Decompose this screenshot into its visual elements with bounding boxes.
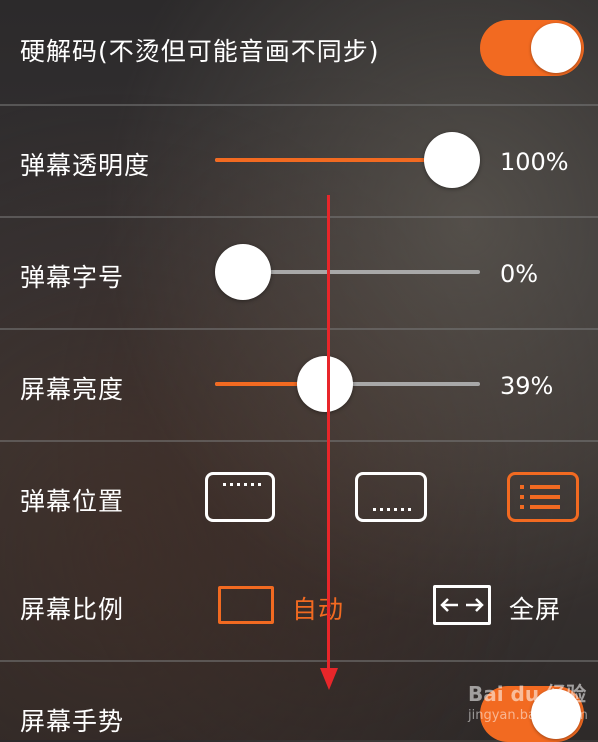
slider-thumb[interactable] (296, 356, 353, 412)
full-ratio-icon (433, 585, 491, 625)
full-screen-lines-icon (520, 485, 560, 509)
screen-ratio-auto-label: 自动 (292, 595, 345, 624)
slider-thumb[interactable] (424, 132, 480, 188)
screen-gesture-label: 屏幕手势 (20, 707, 125, 736)
screen-brightness-value: 39% (500, 372, 554, 400)
setting-row-danmaku-position: 弹幕位置 (0, 442, 598, 550)
danmaku-position-full-button[interactable] (507, 472, 579, 522)
hardware-decode-label: 硬解码(不烫但可能音画不同步) (20, 37, 380, 66)
danmaku-font-size-label: 弹幕字号 (20, 263, 125, 292)
annotation-arrow-line (327, 195, 330, 675)
screen-ratio-full-label: 全屏 (509, 595, 562, 624)
danmaku-font-size-value: 0% (500, 260, 539, 288)
hardware-decode-toggle[interactable] (480, 20, 584, 76)
auto-ratio-icon (218, 586, 274, 624)
setting-row-danmaku-font-size: 弹幕字号 0% (0, 218, 598, 328)
danmaku-position-bottom-button[interactable] (355, 472, 427, 522)
watermark-logo: Bai du 经验 (468, 682, 587, 706)
setting-row-screen-ratio: 屏幕比例 自动 全屏 (0, 550, 598, 660)
slider-fill (215, 158, 452, 162)
watermark-url: jingyan.baidu.com (468, 708, 588, 723)
annotation-arrow-head-icon (320, 668, 338, 690)
danmaku-opacity-slider[interactable] (215, 132, 480, 188)
slider-thumb[interactable] (215, 244, 271, 300)
danmaku-position-top-button[interactable] (205, 472, 275, 522)
screen-ratio-label: 屏幕比例 (20, 595, 125, 624)
setting-row-screen-brightness: 屏幕亮度 39% (0, 330, 598, 440)
danmaku-opacity-value: 100% (500, 148, 569, 176)
setting-row-danmaku-opacity: 弹幕透明度 100% (0, 106, 598, 216)
screen-ratio-auto-option[interactable]: 自动 (218, 580, 358, 630)
screen-ratio-full-option[interactable]: 全屏 (433, 580, 583, 630)
top-dots-icon (220, 483, 261, 486)
bottom-dots-icon (370, 508, 412, 511)
danmaku-opacity-label: 弹幕透明度 (20, 151, 151, 180)
danmaku-position-label: 弹幕位置 (20, 487, 125, 516)
setting-row-hardware-decode: 硬解码(不烫但可能音画不同步) (0, 0, 598, 104)
toggle-knob (531, 23, 581, 73)
screen-brightness-label: 屏幕亮度 (20, 375, 125, 404)
danmaku-font-size-slider[interactable] (215, 244, 480, 300)
screen-brightness-slider[interactable] (215, 356, 480, 412)
